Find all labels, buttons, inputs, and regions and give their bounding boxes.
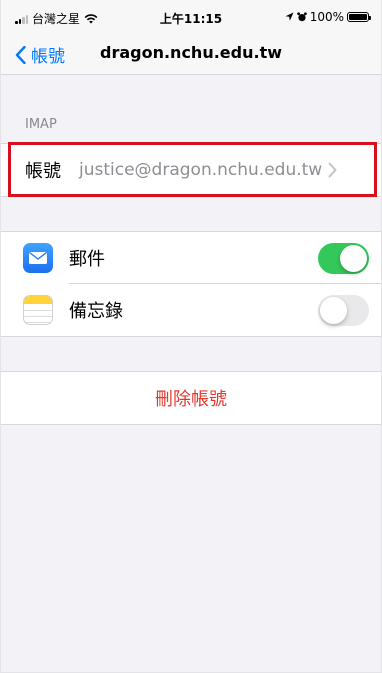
mail-service-row: 郵件 xyxy=(1,232,381,284)
imap-section-header: IMAP xyxy=(25,117,57,132)
delete-account-group: 刪除帳號 xyxy=(1,371,381,425)
page-title: dragon.nchu.edu.tw xyxy=(100,43,282,62)
status-right: 100% xyxy=(285,10,371,24)
delete-account-button[interactable]: 刪除帳號 xyxy=(1,372,381,424)
mail-service-label: 郵件 xyxy=(69,249,105,270)
status-bar: 台灣之星 上午11:15 100% xyxy=(1,0,381,34)
battery-percent: 100% xyxy=(309,10,344,24)
notes-app-icon xyxy=(23,295,53,325)
services-group: 郵件 備忘錄 xyxy=(1,231,381,337)
location-arrow-icon xyxy=(285,12,294,21)
imap-account-group: 帳號 justice@dragon.nchu.edu.tw xyxy=(1,143,381,197)
notes-toggle[interactable] xyxy=(318,294,369,326)
delete-account-label: 刪除帳號 xyxy=(155,389,227,410)
battery-icon xyxy=(347,12,371,22)
notes-service-row: 備忘錄 xyxy=(1,284,381,336)
phone-screen: 台灣之星 上午11:15 100% 帳號 dragon.nchu.edu.tw … xyxy=(0,0,382,673)
account-label: 帳號 xyxy=(25,161,61,182)
mail-app-icon xyxy=(23,243,53,273)
chevron-right-icon xyxy=(328,162,337,178)
navigation-bar: 帳號 dragon.nchu.edu.tw xyxy=(1,34,381,75)
mail-toggle[interactable] xyxy=(318,242,369,274)
account-email: justice@dragon.nchu.edu.tw xyxy=(79,160,323,180)
account-row[interactable]: 帳號 justice@dragon.nchu.edu.tw xyxy=(1,144,381,196)
notes-service-label: 備忘錄 xyxy=(69,301,123,322)
alarm-clock-icon xyxy=(296,12,307,22)
